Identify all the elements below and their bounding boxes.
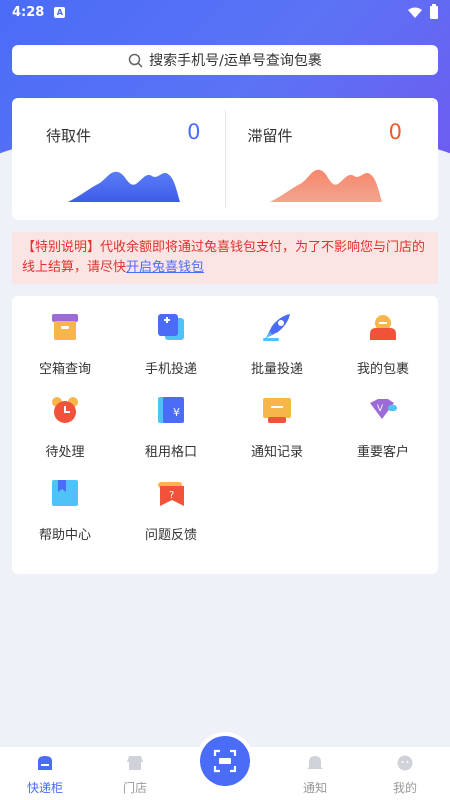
grid-item-pending[interactable]: 待处理 (12, 379, 118, 460)
grid-item-batch-delivery[interactable]: 批量投递 (224, 296, 330, 377)
grid-item-rent-locker[interactable]: ¥ 租用格口 (118, 379, 224, 460)
status-time: 4:28 (12, 4, 45, 20)
bell-icon (307, 756, 323, 769)
grid-item-phone-delivery[interactable]: 手机投递 (118, 296, 224, 377)
grid-item-notice-records[interactable]: 通知记录 (224, 379, 330, 460)
search-bar[interactable]: 搜索手机号/运单号查询包裹 (12, 45, 438, 75)
parcel-summary-card: 待取件 0 滞留件 0 (12, 98, 438, 220)
scan-button[interactable] (200, 736, 250, 786)
tab-locker[interactable]: 快递柜 (5, 747, 85, 800)
tab-profile[interactable]: 我的 (365, 747, 445, 800)
tab-label: 快递柜 (26, 781, 63, 795)
profile-icon (397, 755, 413, 771)
feedback-icon: ? (158, 482, 184, 506)
status-bar: 4:28 A (0, 0, 450, 24)
phone-delivery-icon (158, 314, 184, 340)
scan-icon (213, 749, 237, 773)
vip-customer-icon: V (370, 399, 397, 419)
pending-pickup-label: 待取件 (46, 127, 92, 145)
pending-pickup-count: 0 (187, 120, 201, 144)
notification-a-icon: A (54, 6, 66, 18)
grid-item-empty-box-query[interactable]: 空箱查询 (12, 296, 118, 377)
search-placeholder: 搜索手机号/运单号查询包裹 (149, 53, 322, 69)
pending-wave-graphic (68, 171, 180, 202)
search-icon (128, 53, 143, 68)
grid-item-feedback[interactable]: ? 问题反馈 (118, 462, 224, 543)
empty-box-icon (52, 314, 78, 340)
overdue-count: 0 (388, 120, 402, 144)
grid-item-label: 租用格口 (144, 445, 197, 460)
store-icon (127, 756, 143, 770)
function-grid: 空箱查询 手机投递 批量投递 我的包裹 待处理 ¥ 租用格口 通知记录 V 重要… (12, 296, 438, 574)
tab-label: 我的 (392, 781, 417, 795)
grid-item-label: 批量投递 (250, 362, 303, 377)
grid-item-help-center[interactable]: 帮助中心 (12, 462, 118, 543)
rocket-icon (263, 314, 290, 341)
special-notice: 【特别说明】代收余额即将通过兔喜钱包支付，为了不影响您与门店的线上结算，请尽快开… (12, 232, 438, 284)
help-book-icon (52, 480, 78, 506)
grid-item-label: 待处理 (45, 445, 85, 460)
grid-item-my-parcels[interactable]: 我的包裹 (330, 296, 436, 377)
grid-item-label: 通知记录 (250, 445, 303, 460)
svg-text:¥: ¥ (173, 406, 180, 419)
wifi-icon (408, 7, 422, 18)
tab-label: 门店 (122, 781, 147, 795)
grid-item-label: 帮助中心 (38, 528, 91, 543)
grid-item-label: 手机投递 (144, 362, 197, 377)
grid-item-label: 我的包裹 (356, 362, 409, 377)
rent-locker-icon: ¥ (158, 397, 184, 423)
alarm-clock-icon (52, 397, 78, 423)
grid-item-label: 重要客户 (356, 445, 409, 460)
battery-icon (430, 3, 438, 19)
tab-notifications[interactable]: 通知 (275, 747, 355, 800)
tab-store[interactable]: 门店 (95, 747, 175, 800)
locker-icon (38, 756, 52, 770)
pending-pickup-panel[interactable]: 待取件 0 (12, 98, 225, 220)
tab-label: 通知 (302, 781, 327, 795)
my-parcel-icon (370, 315, 396, 340)
overdue-label: 滞留件 (247, 127, 293, 145)
notice-text: 【特别说明】代收余额即将通过兔喜钱包支付，为了不影响您与门店的线上结算，请尽快 (22, 240, 426, 275)
grid-item-label: 问题反馈 (144, 528, 197, 543)
grid-item-label: 空箱查询 (38, 362, 91, 377)
svg-text:V: V (377, 404, 384, 414)
overdue-panel[interactable]: 滞留件 0 (226, 98, 439, 220)
notice-record-icon (263, 398, 291, 423)
overdue-wave-graphic (269, 169, 382, 202)
open-wallet-link[interactable]: 开启兔喜钱包 (126, 260, 204, 275)
svg-text:?: ? (169, 490, 174, 501)
grid-item-vip-customers[interactable]: V 重要客户 (330, 379, 436, 460)
